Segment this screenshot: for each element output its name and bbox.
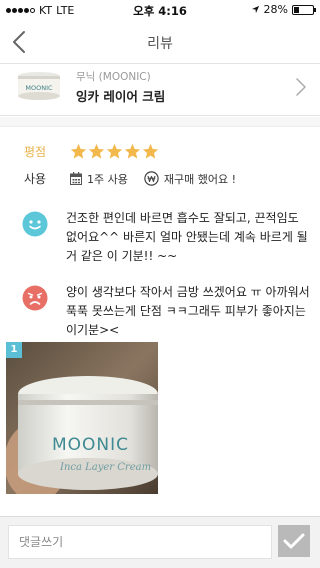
location-arrow-icon (251, 5, 259, 14)
star-rating (70, 143, 159, 160)
product-brand: 무닉 (MOONIC) (76, 71, 151, 83)
repurchase: 재구매 했어요 ! (144, 171, 236, 187)
bad-point-text: 양이 생각보다 작아서 금방 쓰겠어요 ㅠ 아까워서 푹푹 못쓰는게 단점 ㅋㅋ… (66, 285, 310, 337)
product-jar-image: MOONIC Inca Layer Cream (6, 342, 158, 494)
star-icon (70, 143, 87, 159)
comment-bar (0, 516, 320, 568)
page-title: 리뷰 (147, 36, 173, 52)
star-icon (88, 143, 105, 159)
usage-period-text: 1주 사용 (87, 172, 128, 186)
chevron-right-icon (296, 78, 306, 96)
status-bar: KT LTE 오후 4:16 28% (0, 0, 320, 20)
jar-product-text: Inca Layer Cream (59, 462, 151, 473)
submit-comment-button[interactable] (278, 525, 310, 557)
usage-row: 사용 1주 사용 재구매 했어요 ! (24, 170, 252, 187)
review-photo[interactable]: 1 MOONIC Inca Layer Cream (6, 342, 158, 494)
thumb-brand: MOONIC (25, 84, 53, 92)
good-point-text: 건조한 편인데 바르면 흡수도 잘되고, 끈적임도 없어요^^ 바른지 얼마 안… (66, 211, 308, 263)
star-icon (106, 143, 123, 159)
product-thumbnail: MOONIC (18, 72, 60, 100)
checkmark-icon (283, 533, 305, 549)
comment-input[interactable] (8, 525, 272, 559)
repurchase-text: 재구매 했어요 ! (163, 172, 236, 186)
star-icon (124, 143, 141, 159)
rating-label: 평점 (24, 145, 47, 159)
nav-bar: 리뷰 (0, 20, 320, 64)
status-right: 28% (251, 3, 316, 16)
star-icon (142, 143, 159, 159)
happy-face-icon (22, 211, 48, 237)
jar-brand-text: MOONIC (52, 435, 129, 455)
product-row[interactable]: MOONIC 무닉 (MOONIC) 잉카 레이어 크림 (0, 64, 320, 116)
usage-period: 1주 사용 (70, 171, 128, 187)
sad-face-icon (22, 285, 48, 311)
photo-index-badge: 1 (6, 342, 22, 358)
product-name: 잉카 레이어 크림 (76, 89, 166, 104)
battery-level (294, 6, 299, 13)
battery-icon (292, 4, 316, 15)
bad-point: 양이 생각보다 작아서 금방 쓰겠어요 ㅠ 아까워서 푹푹 못쓰는게 단점 ㅋㅋ… (22, 283, 312, 340)
won-coin-icon (144, 171, 159, 186)
section-divider (0, 117, 320, 127)
usage-label: 사용 (24, 172, 47, 186)
good-point: 건조한 편인데 바르면 흡수도 잘되고, 끈적임도 없어요^^ 바른지 얼마 안… (22, 209, 312, 266)
calendar-icon (70, 172, 82, 185)
rating-row: 평점 (24, 143, 159, 160)
battery-percent: 28% (263, 3, 288, 16)
